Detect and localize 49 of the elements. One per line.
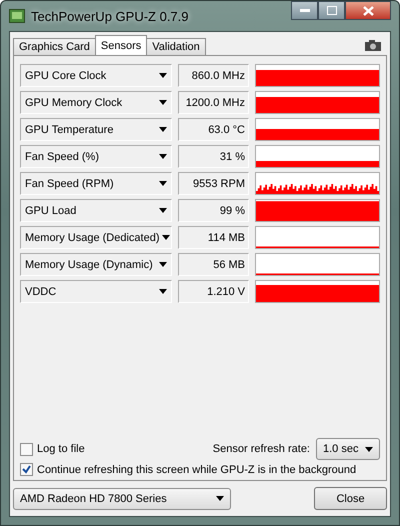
checkbox-label: Continue refreshing this screen while GPU-Z is in the background	[37, 464, 356, 476]
tab[interactable]: Graphics Card	[13, 38, 96, 55]
caret-icon	[365, 446, 373, 452]
sensor-dropdown[interactable]: GPU Load	[20, 199, 172, 222]
refresh-rate-label: Sensor refresh rate:	[212, 443, 310, 455]
sensor-reading: 860.0 MHz	[178, 64, 249, 87]
sensor-reading: 56 MB	[178, 253, 249, 276]
sensor-reading: 114 MB	[178, 226, 249, 249]
close-button[interactable]	[345, 1, 391, 20]
gpu-dropdown[interactable]: AMD Radeon HD 7800 Series	[13, 488, 231, 510]
caret-icon	[159, 154, 167, 159]
sensor-dropdown[interactable]: GPU Memory Clock	[20, 91, 172, 114]
caret-icon	[162, 235, 170, 240]
sensor-reading: 1.210 V	[178, 280, 249, 303]
sensor-reading: 31 %	[178, 145, 249, 168]
sensor-dropdown[interactable]: Fan Speed (%)	[20, 145, 172, 168]
caret-icon	[216, 496, 224, 501]
caret-icon	[159, 262, 167, 267]
sensor-reading: 9553 RPM	[178, 172, 249, 195]
minimize-icon	[300, 8, 310, 12]
close-dialog-button[interactable]: Close	[314, 487, 387, 510]
sensor-dropdown[interactable]: GPU Temperature	[20, 118, 172, 141]
caret-icon	[159, 289, 167, 294]
refresh-rate-dropdown[interactable]: 1.0 sec	[316, 438, 380, 460]
camera-icon[interactable]	[365, 40, 381, 51]
sensor-reading: 63.0 °C	[178, 118, 249, 141]
caret-icon	[159, 127, 167, 132]
sensor-dropdown[interactable]: Memory Usage (Dedicated)	[20, 226, 172, 249]
tab[interactable]: Validation	[146, 38, 206, 55]
log-checkbox[interactable]	[20, 442, 33, 456]
maximize-icon	[326, 6, 336, 15]
tab[interactable]: Sensors	[94, 35, 148, 55]
close-icon	[362, 6, 374, 16]
app-icon	[9, 9, 25, 23]
window-title: TechPowerUp GPU-Z 0.7.9	[31, 8, 189, 24]
sensor-dropdown[interactable]: Fan Speed (RPM)	[20, 172, 172, 195]
sensor-reading: 99 %	[178, 199, 249, 222]
minimize-button[interactable]	[291, 1, 318, 20]
caret-icon	[159, 181, 167, 186]
checkbox-label: Log to file	[37, 443, 85, 455]
caret-icon	[159, 73, 167, 78]
caret-icon	[159, 100, 167, 105]
sensor-dropdown[interactable]: GPU Core Clock	[20, 64, 172, 87]
maximize-button[interactable]	[318, 1, 345, 20]
continue-checkbox[interactable]	[20, 463, 33, 476]
caret-icon	[159, 208, 167, 213]
sensor-dropdown[interactable]: Memory Usage (Dynamic)	[20, 253, 172, 276]
sensor-reading: 1200.0 MHz	[178, 91, 249, 114]
sensor-dropdown[interactable]: VDDC	[20, 280, 172, 303]
